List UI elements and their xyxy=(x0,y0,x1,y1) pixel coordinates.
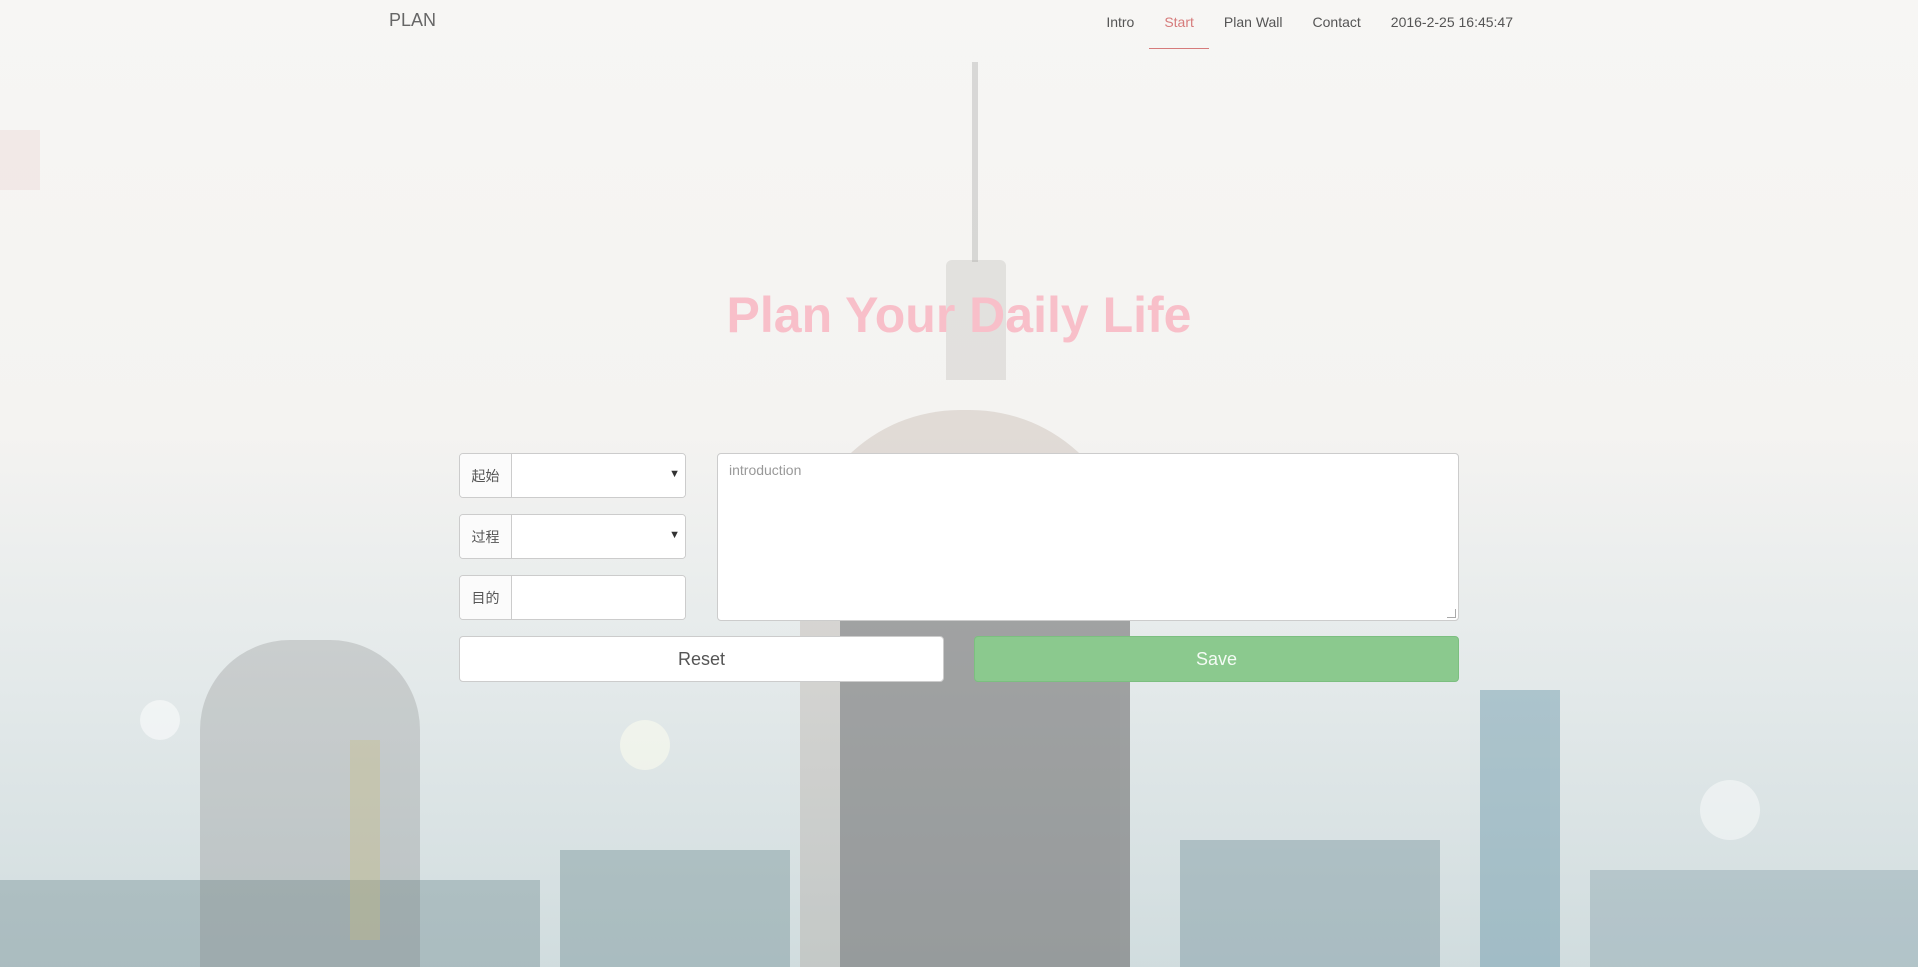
goal-label: 目的 xyxy=(460,576,512,619)
start-select-group: 起始 ▼ xyxy=(459,453,686,498)
resize-handle-icon[interactable] xyxy=(1447,609,1456,618)
page-heading: Plan Your Daily Life xyxy=(726,287,1192,343)
reset-button[interactable]: Reset xyxy=(459,636,944,682)
introduction-textarea[interactable]: introduction xyxy=(717,453,1459,621)
nav-item-plan-wall[interactable]: Plan Wall xyxy=(1209,0,1298,48)
introduction-placeholder: introduction xyxy=(729,462,802,478)
process-select[interactable]: ▼ xyxy=(512,515,685,558)
nav-item-start[interactable]: Start xyxy=(1149,0,1209,49)
dropdown-caret-icon: ▼ xyxy=(669,529,680,541)
dropdown-caret-icon: ▼ xyxy=(669,468,680,480)
goal-input-group: 目的 xyxy=(459,575,686,620)
save-button[interactable]: Save xyxy=(974,636,1459,682)
nav-menu: Intro Start Plan Wall Contact 2016-2-25 … xyxy=(1091,0,1528,49)
goal-input[interactable] xyxy=(512,576,685,619)
process-label: 过程 xyxy=(460,515,512,558)
start-select[interactable]: ▼ xyxy=(512,454,685,497)
start-label: 起始 xyxy=(460,454,512,497)
brand-link[interactable]: PLAN xyxy=(389,10,436,31)
nav-item-contact[interactable]: Contact xyxy=(1298,0,1376,48)
clock-display: 2016-2-25 16:45:47 xyxy=(1390,14,1513,30)
top-navbar: PLAN Intro Start Plan Wall Contact 2016-… xyxy=(0,0,1918,49)
process-select-group: 过程 ▼ xyxy=(459,514,686,559)
nav-item-intro[interactable]: Intro xyxy=(1091,0,1149,48)
